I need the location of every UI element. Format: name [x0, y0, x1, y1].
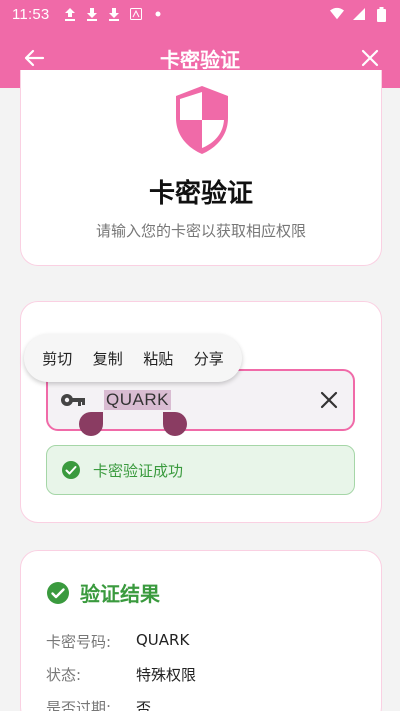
download-icon-2	[107, 7, 121, 21]
result-title: 验证结果	[46, 578, 160, 607]
battery-icon	[374, 6, 388, 22]
intro-heading: 卡密验证	[148, 179, 253, 209]
check-circle-icon	[62, 461, 80, 479]
intro-subtitle: 请输入您的卡密以获取相应权限	[95, 222, 306, 240]
selection-handle-start[interactable]	[79, 412, 103, 436]
menu-item-paste[interactable]: 粘贴	[143, 348, 173, 369]
key-icon	[61, 394, 85, 406]
close-icon	[361, 49, 379, 67]
menu-item-share[interactable]: 分享	[194, 348, 224, 369]
result-label: 是否过期:	[46, 699, 112, 711]
status-bar: 11:53	[0, 0, 400, 28]
success-banner: 卡密验证成功	[46, 445, 355, 495]
menu-item-copy[interactable]: 复制	[93, 348, 123, 369]
result-row-expired: 是否过期: 否	[46, 697, 151, 711]
upload-icon	[63, 7, 77, 21]
result-label: 卡密号码:	[46, 633, 112, 651]
clear-icon[interactable]	[317, 388, 341, 412]
text-selection-menu: 剪切 复制 粘贴 分享	[24, 334, 242, 382]
intro-card: 卡密验证 请输入您的卡密以获取相应权限	[20, 70, 382, 266]
result-row-card-number: 卡密号码: QUARK	[46, 631, 189, 652]
selection-handle-end[interactable]	[163, 412, 187, 436]
success-text: 卡密验证成功	[93, 461, 184, 480]
status-time: 11:53	[12, 5, 50, 23]
result-title-text: 验证结果	[80, 582, 160, 606]
arrow-left-icon	[24, 49, 45, 67]
dot-icon	[151, 7, 165, 21]
app-notification-icon	[129, 7, 143, 21]
check-circle-icon	[47, 581, 69, 604]
result-row-status: 状态: 特殊权限	[46, 664, 196, 685]
wifi-icon	[330, 7, 344, 21]
signal-icon	[352, 7, 366, 21]
result-value: 特殊权限	[136, 666, 197, 684]
download-icon	[85, 7, 99, 21]
page-title: 卡密验证	[160, 49, 240, 72]
menu-item-cut[interactable]: 剪切	[42, 348, 72, 369]
result-label: 状态:	[46, 666, 82, 684]
result-value: 否	[136, 699, 152, 711]
shield-icon	[176, 86, 228, 154]
result-value: QUARK	[136, 631, 190, 649]
card-key-value[interactable]: QUARK	[104, 390, 171, 410]
